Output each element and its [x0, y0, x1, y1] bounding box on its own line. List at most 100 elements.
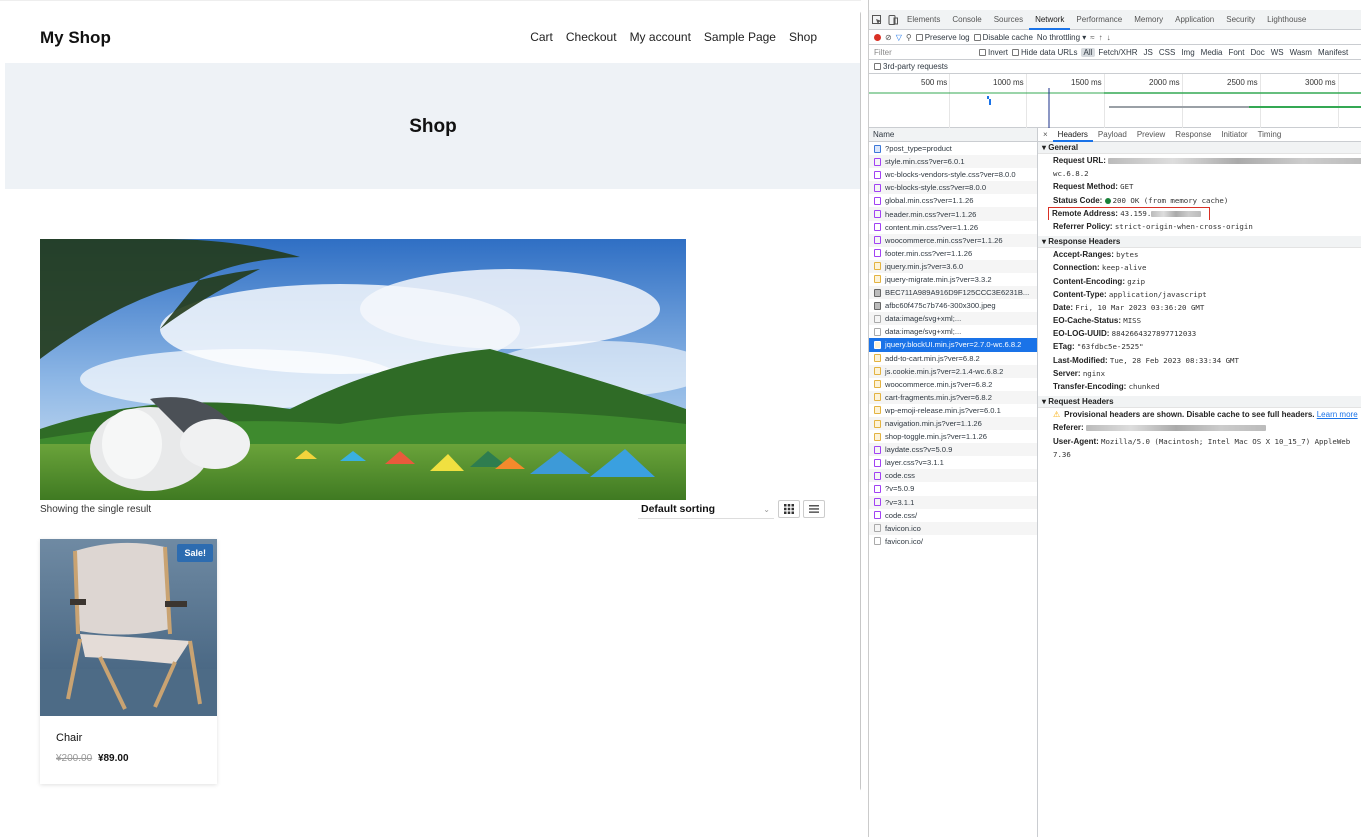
- sorting-select[interactable]: Default sorting ⌄: [638, 501, 774, 519]
- invert-checkbox[interactable]: Invert: [979, 48, 1008, 57]
- request-name: woocommerce.min.js?ver=6.8.2: [885, 379, 993, 389]
- request-name: laydate.css?v=5.0.9: [885, 445, 953, 455]
- tab-headers[interactable]: Headers: [1052, 128, 1093, 142]
- request-row[interactable]: ?v=5.0.9: [869, 482, 1037, 495]
- tab-security[interactable]: Security: [1220, 10, 1261, 30]
- request-row[interactable]: code.css/: [869, 509, 1037, 522]
- name-column-header[interactable]: Name: [869, 128, 1037, 142]
- filter-type-font[interactable]: Font: [1225, 48, 1247, 57]
- tab-application[interactable]: Application: [1169, 10, 1220, 30]
- request-row[interactable]: content.min.css?ver=1.1.26: [869, 221, 1037, 234]
- filter-icon[interactable]: ▽: [896, 33, 902, 42]
- request-row[interactable]: header.min.css?ver=1.1.26: [869, 207, 1037, 221]
- tab-console[interactable]: Console: [946, 10, 987, 30]
- product-card[interactable]: Sale! Chair ¥200.00 ¥89.00: [40, 539, 217, 784]
- request-row[interactable]: jquery.blockUI.min.js?ver=2.7.0-wc.6.8.2: [869, 338, 1037, 352]
- request-row[interactable]: wc-blocks-vendors-style.css?ver=8.0.0: [869, 168, 1037, 181]
- tab-network[interactable]: Network: [1029, 10, 1071, 30]
- filter-type-media[interactable]: Media: [1198, 48, 1226, 57]
- page-scrollbar[interactable]: [860, 11, 861, 791]
- request-row[interactable]: favicon.ico: [869, 521, 1037, 535]
- request-row[interactable]: wc-blocks-style.css?ver=8.0.0: [869, 181, 1037, 195]
- tab-preview[interactable]: Preview: [1132, 128, 1170, 142]
- filter-type-img[interactable]: Img: [1178, 48, 1197, 57]
- request-row[interactable]: add-to-cart.min.js?ver=6.8.2: [869, 352, 1037, 365]
- tab-response[interactable]: Response: [1170, 128, 1216, 142]
- nav-cart[interactable]: Cart: [530, 30, 553, 44]
- preserve-log-checkbox[interactable]: Preserve log: [915, 33, 970, 42]
- throttling-select[interactable]: No throttling ▾: [1037, 33, 1086, 42]
- device-toolbar-icon[interactable]: [888, 14, 898, 25]
- request-row[interactable]: woocommerce.min.css?ver=1.1.26: [869, 233, 1037, 247]
- request-row[interactable]: BEC711A989A916D9F125CCC3E6231B...: [869, 286, 1037, 300]
- request-url-tail-row: wc.6.8.2: [1038, 167, 1361, 180]
- tab-payload[interactable]: Payload: [1093, 128, 1132, 142]
- hide-data-urls-checkbox[interactable]: Hide data URLs: [1012, 48, 1078, 57]
- third-party-checkbox[interactable]: 3rd-party requests: [869, 60, 1361, 74]
- request-row[interactable]: woocommerce.min.js?ver=6.8.2: [869, 378, 1037, 391]
- request-row[interactable]: global.min.css?ver=1.1.26: [869, 194, 1037, 207]
- list-view-button[interactable]: [803, 500, 825, 518]
- filter-type-doc[interactable]: Doc: [1247, 48, 1267, 57]
- tab-memory[interactable]: Memory: [1128, 10, 1169, 30]
- filter-type-manifest[interactable]: Manifest: [1315, 48, 1351, 57]
- request-row[interactable]: afbc60f475c7b746-300x300.jpeg: [869, 299, 1037, 312]
- nav-my-account[interactable]: My account: [630, 30, 691, 44]
- filter-type-all[interactable]: All: [1080, 47, 1096, 57]
- learn-more-link[interactable]: Learn more: [1317, 410, 1358, 419]
- grid-view-button[interactable]: [778, 500, 800, 518]
- tab-sources[interactable]: Sources: [988, 10, 1029, 30]
- filter-type-css[interactable]: CSS: [1156, 48, 1178, 57]
- request-row[interactable]: ?v=3.1.1: [869, 495, 1037, 509]
- request-row[interactable]: js.cookie.min.js?ver=2.1.4-wc.6.8.2: [869, 364, 1037, 378]
- tab-initiator[interactable]: Initiator: [1216, 128, 1252, 142]
- stylesheet-file-icon: [874, 471, 881, 480]
- product-image[interactable]: [40, 539, 217, 716]
- request-row[interactable]: data:image/svg+xml;...: [869, 312, 1037, 326]
- product-name[interactable]: Chair: [56, 732, 82, 744]
- request-row[interactable]: jquery.min.js?ver=3.6.0: [869, 259, 1037, 273]
- tab-timing[interactable]: Timing: [1253, 128, 1287, 142]
- request-row[interactable]: layer.css?v=3.1.1: [869, 456, 1037, 469]
- disable-cache-checkbox[interactable]: Disable cache: [973, 33, 1033, 42]
- stylesheet-file-icon: [874, 498, 881, 507]
- close-icon[interactable]: ×: [1038, 128, 1053, 142]
- request-row[interactable]: jquery-migrate.min.js?ver=3.3.2: [869, 273, 1037, 286]
- request-row[interactable]: code.css: [869, 469, 1037, 483]
- referrer-policy-label: Referrer Policy:: [1053, 221, 1113, 231]
- tab-lighthouse[interactable]: Lighthouse: [1261, 10, 1312, 30]
- filter-type-js[interactable]: JS: [1141, 48, 1156, 57]
- request-row[interactable]: data:image/svg+xml;...: [869, 325, 1037, 338]
- nav-shop[interactable]: Shop: [789, 30, 817, 44]
- request-row[interactable]: footer.min.css?ver=1.1.26: [869, 247, 1037, 260]
- nav-checkout[interactable]: Checkout: [566, 30, 617, 44]
- record-icon[interactable]: [874, 33, 881, 41]
- request-row[interactable]: style.min.css?ver=6.0.1: [869, 155, 1037, 169]
- nav-sample-page[interactable]: Sample Page: [704, 30, 776, 44]
- filter-type-wasm[interactable]: Wasm: [1287, 48, 1315, 57]
- header-name: EO-Cache-Status:: [1053, 316, 1122, 326]
- inspect-element-icon[interactable]: [872, 14, 882, 25]
- request-row[interactable]: wp-emoji-release.min.js?ver=6.0.1: [869, 404, 1037, 417]
- search-icon[interactable]: ⚲: [906, 33, 912, 42]
- tab-elements[interactable]: Elements: [901, 10, 946, 30]
- general-section-toggle[interactable]: ▾ General: [1038, 142, 1361, 154]
- response-headers-section-toggle[interactable]: ▾ Response Headers: [1038, 236, 1361, 249]
- request-row[interactable]: favicon.ico/: [869, 535, 1037, 548]
- request-row[interactable]: cart-fragments.min.js?ver=6.8.2: [869, 390, 1037, 404]
- site-title[interactable]: My Shop: [40, 28, 111, 48]
- network-overview-timeline[interactable]: 500 ms 1000 ms 1500 ms 2000 ms 2500 ms 3…: [869, 74, 1361, 128]
- request-row[interactable]: laydate.css?v=5.0.9: [869, 443, 1037, 457]
- clear-icon[interactable]: ⊘: [885, 33, 892, 42]
- request-row[interactable]: shop-toggle.min.js?ver=1.1.26: [869, 430, 1037, 443]
- filter-type-fetch-xhr[interactable]: Fetch/XHR: [1095, 48, 1140, 57]
- request-headers-section-toggle[interactable]: ▾ Request Headers: [1038, 396, 1361, 409]
- upload-icon[interactable]: ↑: [1099, 33, 1103, 42]
- tab-performance[interactable]: Performance: [1070, 10, 1128, 30]
- filter-input[interactable]: Filter: [869, 48, 979, 57]
- request-row[interactable]: navigation.min.js?ver=1.1.26: [869, 416, 1037, 431]
- download-icon[interactable]: ↓: [1107, 33, 1111, 42]
- filter-type-ws[interactable]: WS: [1268, 48, 1287, 57]
- request-row[interactable]: ?post_type=product: [869, 142, 1037, 155]
- wifi-icon[interactable]: ≈: [1090, 33, 1094, 42]
